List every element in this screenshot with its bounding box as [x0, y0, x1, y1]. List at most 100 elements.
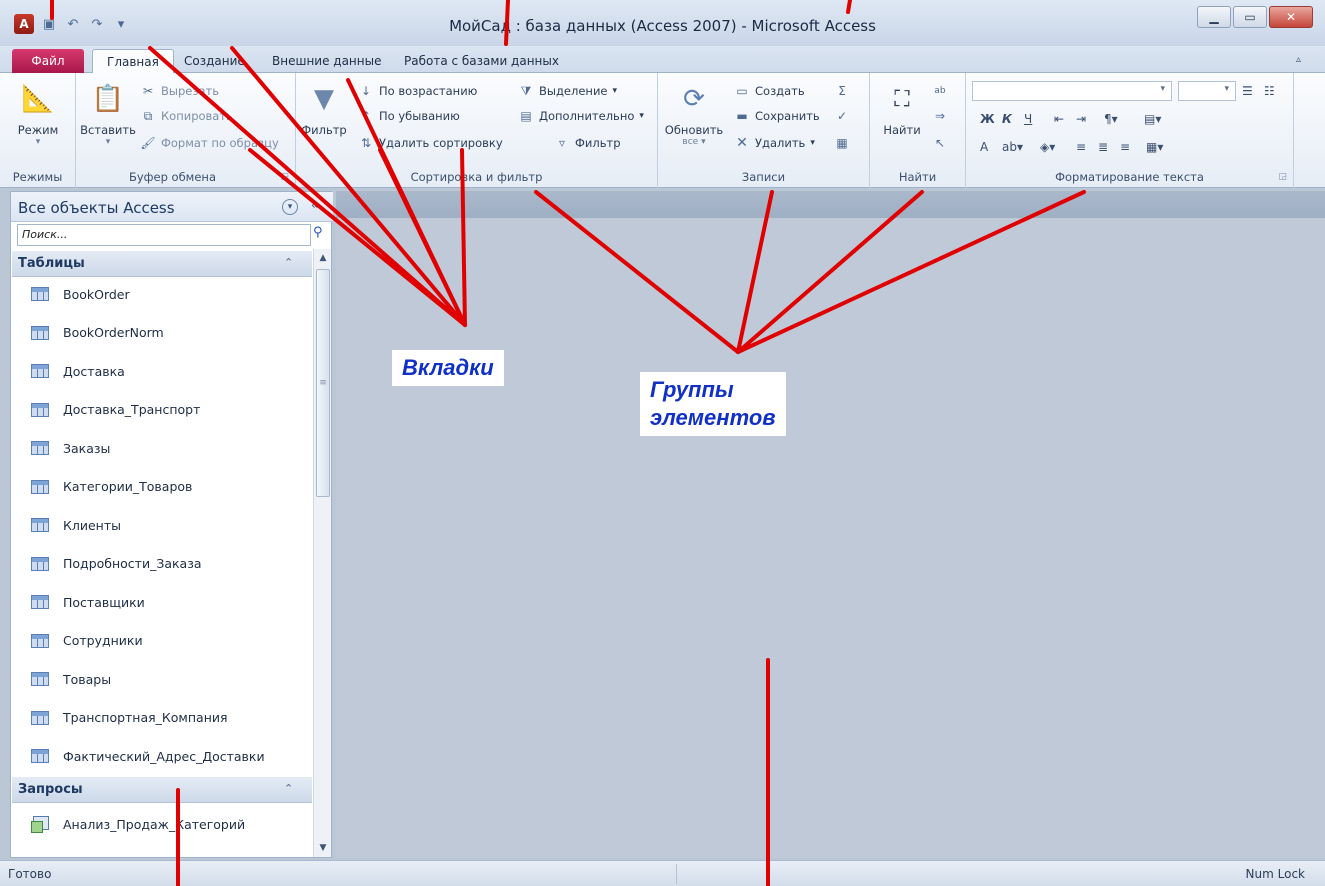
copy-button[interactable]: ⧉ Копировать: [140, 106, 233, 126]
italic-button[interactable]: К: [1002, 109, 1012, 129]
delete-record-button[interactable]: ✕ Удалить ▾: [734, 133, 815, 153]
new-record-button[interactable]: ▭ Создать: [734, 81, 804, 101]
tab-home[interactable]: Главная: [92, 49, 174, 74]
mode-button[interactable]: 📐 Режим ▾: [10, 81, 66, 147]
nav-item-table[interactable]: Транспортная_Компания: [31, 706, 228, 730]
select-button[interactable]: ↖: [932, 133, 948, 153]
paste-button[interactable]: 📋 Вставить ▾: [80, 81, 136, 147]
section-queries[interactable]: Запросы ⌃: [12, 777, 312, 803]
font-size-combo[interactable]: ▾: [1178, 81, 1236, 101]
collapse-icon[interactable]: ⌃: [284, 256, 293, 269]
remove-sort-button[interactable]: ⇅ Удалить сортировку: [358, 133, 503, 153]
tab-file[interactable]: Файл: [12, 49, 84, 73]
cut-button[interactable]: ✂ Вырезать: [140, 81, 219, 101]
font-color-button[interactable]: A: [980, 137, 988, 157]
nav-item-table[interactable]: Товары: [31, 667, 111, 691]
align-right-icon[interactable]: ≡: [1120, 137, 1130, 157]
nav-item-table[interactable]: Сотрудники: [31, 629, 143, 653]
bullets-icon[interactable]: ☰: [1242, 81, 1253, 101]
toggle-filter-button[interactable]: ▿ Фильтр: [554, 133, 621, 153]
paragraph-icon[interactable]: ¶▾: [1104, 109, 1118, 129]
minimize-icon[interactable]: ▁: [1197, 6, 1231, 28]
find-button[interactable]: ⛶ Найти: [874, 81, 930, 138]
nav-item-label: Доставка: [63, 363, 125, 379]
filter-button[interactable]: ▼ Фильтр: [296, 81, 352, 137]
binoculars-icon: ⛶: [894, 86, 910, 112]
group-label-find: Найти: [898, 170, 937, 184]
scissors-icon: ✂: [142, 84, 154, 98]
nav-pane-title[interactable]: Все объекты Access: [18, 199, 175, 217]
group-label-records: Записи: [741, 170, 786, 184]
nav-item-table[interactable]: Заказы: [31, 436, 110, 460]
close-icon[interactable]: ✕: [1269, 6, 1313, 28]
brush-icon: 🖌: [140, 136, 156, 150]
section-tables[interactable]: Таблицы ⌃: [12, 251, 312, 277]
nav-item-query[interactable]: Анализ_Продаж_Категорий: [31, 812, 245, 836]
annotation-groups-label: Группы элементов: [640, 372, 786, 436]
indent-increase-icon[interactable]: ⇥: [1076, 109, 1086, 129]
refresh-all-button[interactable]: ⟳ Обновить все ▾: [665, 81, 723, 147]
chevron-down-icon[interactable]: ▾: [282, 199, 298, 215]
more-records-button[interactable]: ▦: [834, 133, 850, 153]
table-icon: [31, 633, 49, 648]
nav-pane-header[interactable]: Все объекты Access ▾ «: [11, 192, 333, 222]
indent-decrease-icon[interactable]: ⇤: [1054, 109, 1064, 129]
window-controls: ▁ ▭ ✕: [1197, 6, 1313, 28]
font-name-combo[interactable]: ▾: [972, 81, 1172, 101]
scroll-thumb[interactable]: ≡: [316, 269, 330, 497]
totals-button[interactable]: Σ: [834, 81, 850, 101]
nav-search-input[interactable]: Поиск...: [17, 224, 311, 246]
tab-external-data[interactable]: Внешние данные: [258, 49, 395, 73]
spelling-button[interactable]: ✓: [834, 106, 850, 126]
underline-button[interactable]: Ч: [1024, 109, 1032, 129]
goto-button[interactable]: ⇒: [932, 106, 948, 126]
ribbon-collapse-icon[interactable]: ▵: [1296, 54, 1301, 65]
fill-color-icon[interactable]: ◈▾: [1040, 137, 1055, 157]
highlight-icon[interactable]: ab▾: [1002, 137, 1023, 157]
sort-descending-button[interactable]: ↑ По убыванию: [358, 106, 460, 126]
nav-item-table[interactable]: BookOrderNorm: [31, 321, 164, 345]
nav-item-table[interactable]: BookOrder: [31, 282, 130, 306]
collapse-icon[interactable]: ⌃: [284, 782, 293, 795]
selection-button[interactable]: ⧩ Выделение ▾: [518, 81, 617, 101]
sort-ascending-button[interactable]: ↓ По возрастанию: [358, 81, 477, 101]
scroll-up-icon[interactable]: ▲: [316, 251, 330, 265]
section-tables-title: Таблицы: [18, 256, 85, 271]
nav-item-table[interactable]: Подробности_Заказа: [31, 552, 202, 576]
section-queries-title: Запросы: [18, 782, 83, 797]
group-clipboard: 📋 Вставить ▾ ✂ Вырезать ⧉ Копировать 🖌 Форм…: [76, 73, 296, 188]
dialog-launcher-icon[interactable]: ◲: [1278, 172, 1287, 182]
save-record-button[interactable]: ▬ Сохранить: [734, 106, 819, 126]
dialog-launcher-icon[interactable]: ◲: [280, 172, 289, 182]
nav-item-label: Категории_Товаров: [63, 479, 193, 494]
format-painter-button[interactable]: 🖌 Формат по образцу: [140, 133, 278, 153]
search-icon[interactable]: ⚲: [313, 225, 323, 240]
nav-item-table[interactable]: Категории_Товаров: [31, 475, 192, 499]
nav-item-table[interactable]: Доставка_Транспорт: [31, 398, 200, 422]
advanced-filter-button[interactable]: ▤ Дополнительно ▾: [518, 106, 644, 126]
tab-database-tools[interactable]: Работа с базами данных: [390, 49, 573, 73]
background-color-icon[interactable]: ▤▾: [1144, 109, 1161, 129]
nav-item-label: Сотрудники: [63, 633, 143, 648]
funnel-icon: ▼: [314, 84, 334, 114]
tab-create[interactable]: Создание: [170, 49, 259, 73]
nav-scrollbar[interactable]: ▲ ≡ ▼: [313, 249, 331, 857]
gridlines-icon[interactable]: ▦▾: [1146, 137, 1163, 157]
align-center-icon[interactable]: ≣: [1098, 137, 1108, 157]
copy-icon: ⧉: [143, 108, 153, 123]
nav-item-table[interactable]: Фактический_Адрес_Доставки: [31, 744, 265, 768]
shutter-bar-close-icon[interactable]: «: [311, 198, 318, 212]
ribbon-tabs: Файл Главная Создание Внешние данные Раб…: [0, 46, 1325, 74]
nav-item-table[interactable]: Доставка: [31, 359, 125, 383]
maximize-icon[interactable]: ▭: [1233, 6, 1267, 28]
bold-button[interactable]: Ж: [980, 109, 995, 129]
selection-filter-icon: ⧩: [520, 83, 532, 98]
nav-item-table[interactable]: Поставщики: [31, 590, 145, 614]
replace-button[interactable]: ab: [932, 81, 948, 101]
scroll-down-icon[interactable]: ▼: [316, 841, 330, 855]
sort-ascending-label: По возрастанию: [379, 84, 478, 98]
align-left-icon[interactable]: ≡: [1076, 137, 1086, 157]
nav-item-table[interactable]: Клиенты: [31, 513, 121, 537]
numbering-icon[interactable]: ☷: [1264, 81, 1275, 101]
status-bar: Готово Num Lock: [0, 860, 1325, 886]
